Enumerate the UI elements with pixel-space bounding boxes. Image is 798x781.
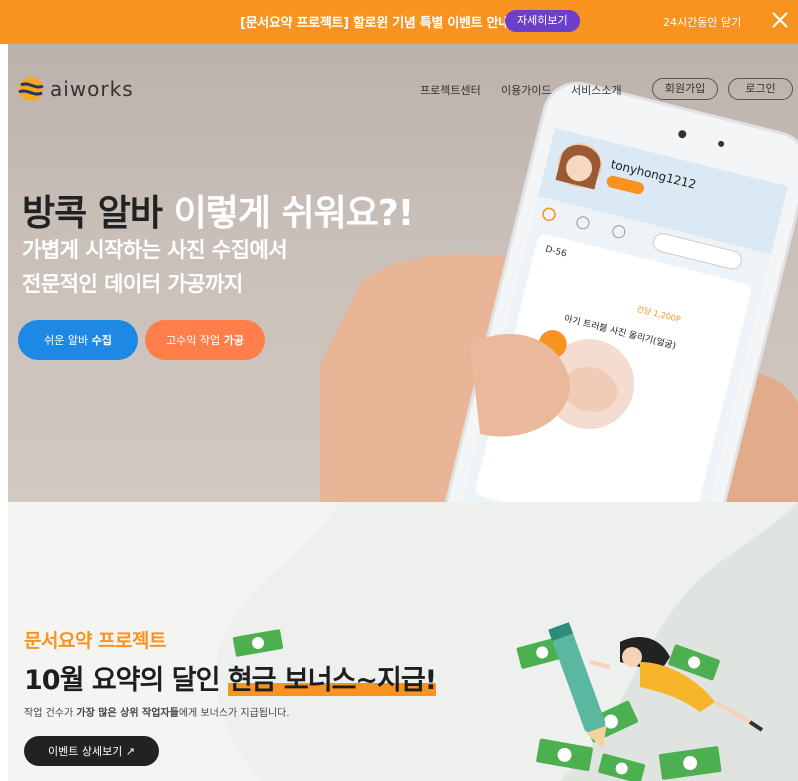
promo-tag: 문서요약 프로젝트 <box>24 630 166 652</box>
nav-service-intro[interactable]: 서비스소개 <box>571 82 622 98</box>
banner-dismiss-24h[interactable]: 24시간동안 닫기 <box>663 14 741 30</box>
promo-title: 10월 요약의 달인 현금 보너스~지급! <box>24 658 437 697</box>
page-edge <box>0 44 8 502</box>
cta-process-bold: 가공 <box>223 334 244 347</box>
promo-desc-1: 작업 건수가 <box>24 708 74 719</box>
aiworks-logo-icon <box>18 77 44 101</box>
nav-project-center[interactable]: 프로젝트센터 <box>420 82 481 98</box>
logo[interactable]: aiworks <box>18 76 134 102</box>
hero-title: 방콕 알바 이렇게 쉬워요?! <box>22 184 415 236</box>
event-detail-button[interactable]: 이벤트 상세보기 ↗ <box>24 736 159 766</box>
logo-text: aiworks <box>50 77 134 101</box>
hero-subtitle-2: 전문적인 데이터 가공까지 <box>22 272 243 296</box>
top-banner: [문서요약 프로젝트] 할로윈 기념 특별 이벤트 안내 자세히보기 24시간동… <box>0 0 798 44</box>
money-bill-icon <box>232 629 284 657</box>
close-icon[interactable] <box>768 8 792 32</box>
signup-button[interactable]: 회원가입 <box>652 78 718 100</box>
promo-desc-2: 에게 보너스가 지급됩니다. <box>178 708 290 719</box>
hero-subtitle-1: 가볍게 시작하는 사진 수집에서 <box>22 238 288 262</box>
hero-title-dark: 방콕 알바 <box>22 193 163 234</box>
promo-title-plain: 10월 요약의 달인 <box>24 665 220 696</box>
cta-collect-bold: 수집 <box>91 334 112 347</box>
login-button[interactable]: 로그인 <box>728 78 793 100</box>
promo-description: 작업 건수가 가장 많은 상위 작업자들에게 보너스가 지급됩니다. <box>24 704 290 719</box>
phone-mockup-illustration: tonyhong1212 D-56 건당 1,200P 아기 트러블 사진 올리… <box>320 81 798 502</box>
hero-title-light: 이렇게 쉬워요?! <box>173 193 415 234</box>
promo-section: 문서요약 프로젝트 10월 요약의 달인 현금 보너스~지급! 작업 건수가 가… <box>0 502 798 781</box>
promo-title-highlight: 현금 보너스~지급! <box>227 665 437 696</box>
easy-collect-button[interactable]: 쉬운 알바 수집 <box>18 320 138 360</box>
hero-section: tonyhong1212 D-56 건당 1,200P 아기 트러블 사진 올리… <box>0 44 798 502</box>
high-pay-process-button[interactable]: 고수익 작업 가공 <box>145 320 265 360</box>
cta-process-prefix: 고수익 작업 <box>166 334 221 347</box>
cta-collect-prefix: 쉬운 알바 <box>44 334 89 347</box>
nav-usage-guide[interactable]: 이용가이드 <box>501 82 552 98</box>
promo-desc-bold: 가장 많은 상위 작업자들 <box>76 708 179 719</box>
banner-detail-button[interactable]: 자세히보기 <box>505 10 580 32</box>
money-woman-illustration <box>516 622 764 781</box>
banner-text: [문서요약 프로젝트] 할로윈 기념 특별 이벤트 안내 <box>240 16 510 31</box>
